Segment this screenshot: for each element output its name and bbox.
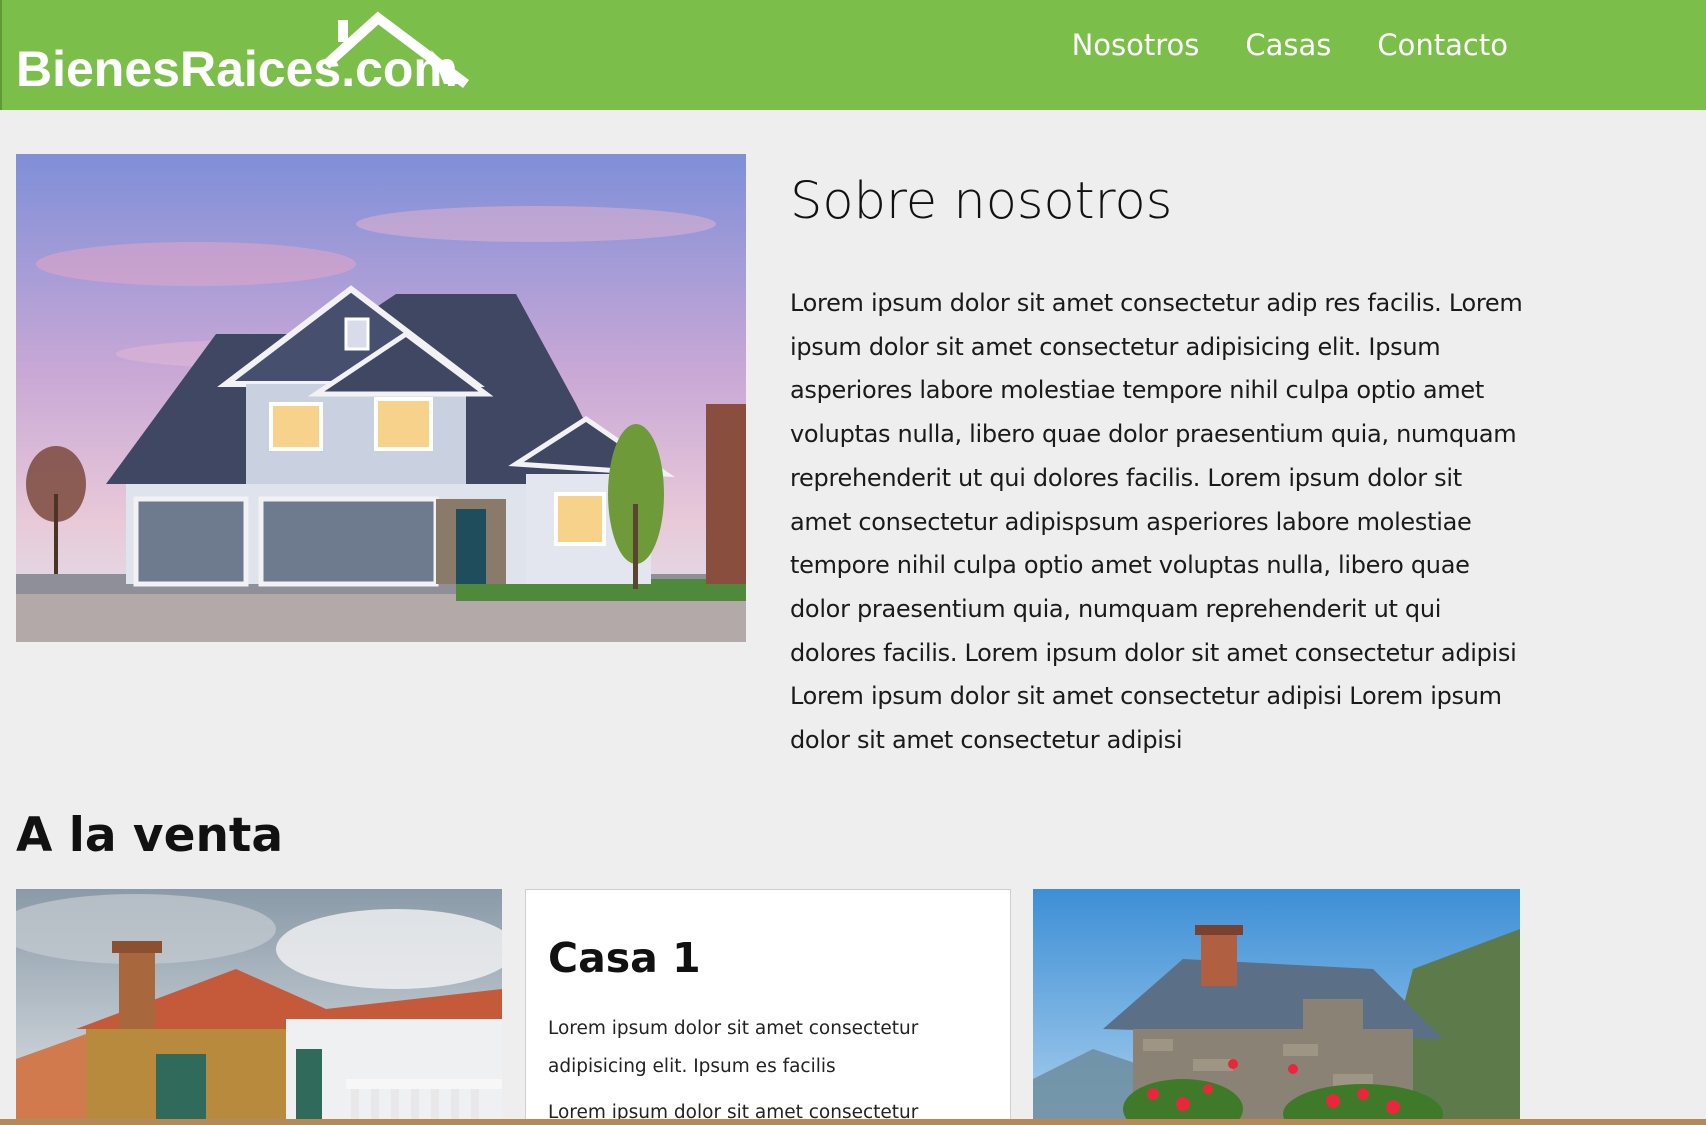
nav-link-nosotros[interactable]: Nosotros <box>1072 28 1200 62</box>
about-title: Sobre nosotros <box>790 172 1173 231</box>
about-text: Lorem ipsum dolor sit amet consectetur a… <box>790 289 1523 755</box>
logo-link[interactable]: BienesRaices.com <box>16 6 476 106</box>
listing-card[interactable]: Casa 1 Lorem ipsum dolor sit amet consec… <box>525 889 1011 1125</box>
about-house-image <box>16 154 746 642</box>
listing-image-stone-cottage[interactable] <box>1033 889 1520 1125</box>
listing-image-mediterranean[interactable] <box>16 889 502 1125</box>
sale-section-title: A la venta <box>16 808 284 863</box>
listing-card-text: Lorem ipsum dolor sit amet consectetur a… <box>548 1018 919 1077</box>
listing-card-title: Casa 1 <box>548 934 701 982</box>
house-photo-icon <box>16 154 746 642</box>
nav-link-casas[interactable]: Casas <box>1245 28 1331 62</box>
nav-link-contacto[interactable]: Contacto <box>1377 28 1508 62</box>
bottom-edge <box>0 1119 1706 1125</box>
roof-icon <box>322 11 469 88</box>
main-nav: Nosotros Casas Contacto <box>1072 28 1508 62</box>
mediterranean-house-icon <box>16 889 502 1125</box>
site-header: BienesRaices.com Nosotros Casas Contacto <box>0 0 1706 110</box>
stone-cottage-icon <box>1033 889 1520 1125</box>
